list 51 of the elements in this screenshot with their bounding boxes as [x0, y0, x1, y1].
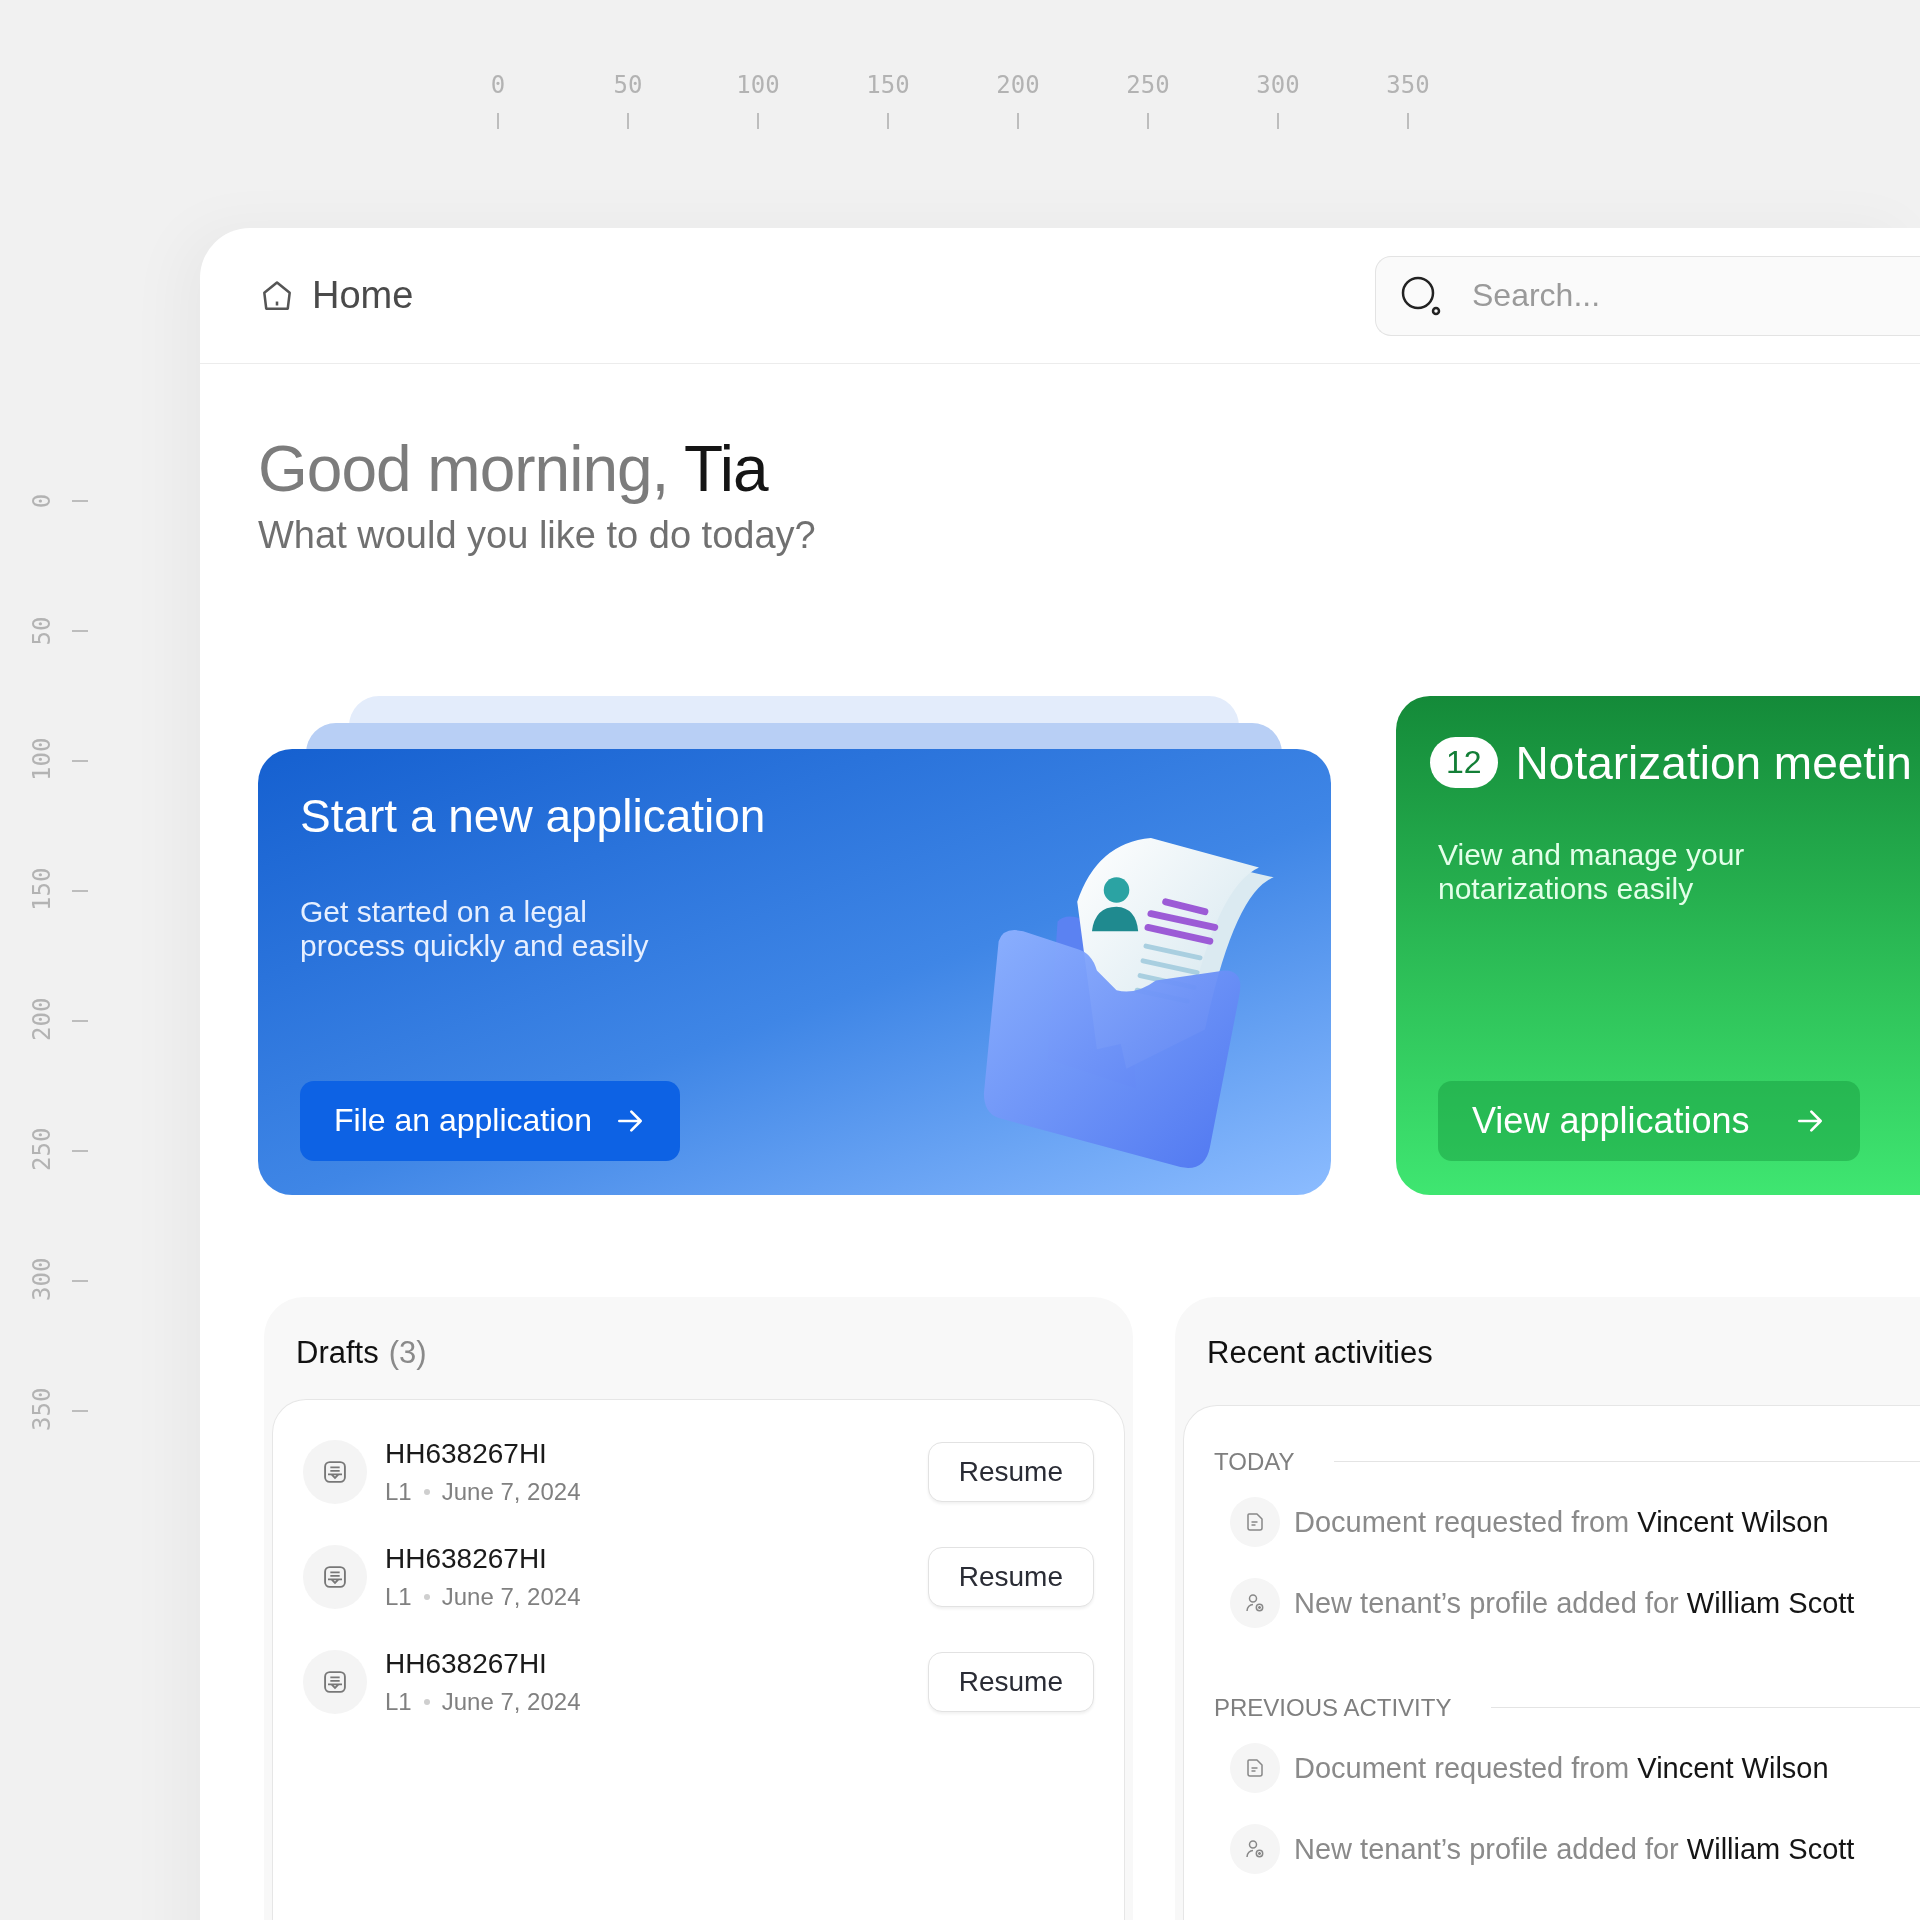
draft-id: HH638267HI	[385, 1648, 548, 1681]
user-add-icon	[1230, 1824, 1280, 1875]
ruler-label: 100	[28, 741, 56, 781]
count-badge: 12	[1430, 737, 1498, 789]
greeting-subtitle: What would you like to do today?	[258, 513, 817, 557]
card-title: Start a new application	[300, 788, 766, 843]
ruler-label: 300	[28, 1261, 56, 1301]
card-description: View and manage your notarizations easily	[1438, 837, 1746, 906]
draft-id: HH638267HI	[385, 1543, 548, 1576]
ruler-label: 250	[28, 1131, 56, 1171]
activity-text: New tenant’s profile added for William Scott	[1294, 1586, 1855, 1620]
ruler-label: 350	[1386, 71, 1430, 99]
group-label: PREVIOUS ACTIVITY	[1214, 1693, 1452, 1722]
draft-date: June 7, 2024	[441, 1478, 581, 1507]
resume-button[interactable]: Resume	[927, 1652, 1094, 1713]
activity-text: Document requested from Vincent Wilson	[1294, 1751, 1829, 1785]
activity-text: New tenant’s profile added for William Scott	[1294, 1832, 1855, 1866]
ruler-label: 0	[490, 71, 506, 99]
ruler-label: 100	[736, 71, 780, 99]
document-icon	[1230, 1497, 1280, 1548]
draft-code: L1	[385, 1688, 412, 1717]
ruler-label: 50	[28, 615, 56, 648]
file-application-button[interactable]: File an application	[300, 1080, 680, 1161]
ruler-label: 0	[28, 492, 56, 511]
draft-date: June 7, 2024	[441, 1583, 581, 1612]
ruler-label: 200	[996, 71, 1040, 99]
resume-button[interactable]: Resume	[927, 1442, 1094, 1503]
search-field[interactable]: Search...	[1375, 255, 1920, 336]
draft-id: HH638267HI	[385, 1438, 548, 1471]
draft-code: L1	[385, 1478, 412, 1507]
ruler-label: 150	[28, 871, 56, 911]
ruler-label: 150	[866, 71, 910, 99]
activity-text: Document requested from Vincent Wilson	[1294, 1505, 1829, 1539]
ruler-label: 250	[1126, 71, 1170, 99]
ruler-label: 50	[613, 71, 643, 99]
greeting-heading: Good morning, Tia	[258, 432, 770, 507]
panel-title: Drafts	[296, 1334, 379, 1371]
user-add-icon	[1230, 1578, 1280, 1629]
document-icon	[1230, 1743, 1280, 1794]
ruler-label: 200	[28, 1001, 56, 1041]
draft-code: L1	[385, 1583, 412, 1612]
ruler-label: 350	[28, 1391, 56, 1431]
page-title: Home	[312, 274, 414, 317]
drafts-count: (3)	[388, 1334, 427, 1371]
group-label: TODAY	[1214, 1447, 1295, 1476]
card-title: Notarization meetin	[1515, 735, 1912, 790]
panel-title: Recent activities	[1207, 1334, 1433, 1371]
card-description: Get started on a legal process quickly and easily	[300, 894, 650, 963]
ruler-label: 300	[1256, 71, 1300, 99]
resume-button[interactable]: Resume	[927, 1547, 1094, 1608]
draft-date: June 7, 2024	[441, 1688, 581, 1717]
